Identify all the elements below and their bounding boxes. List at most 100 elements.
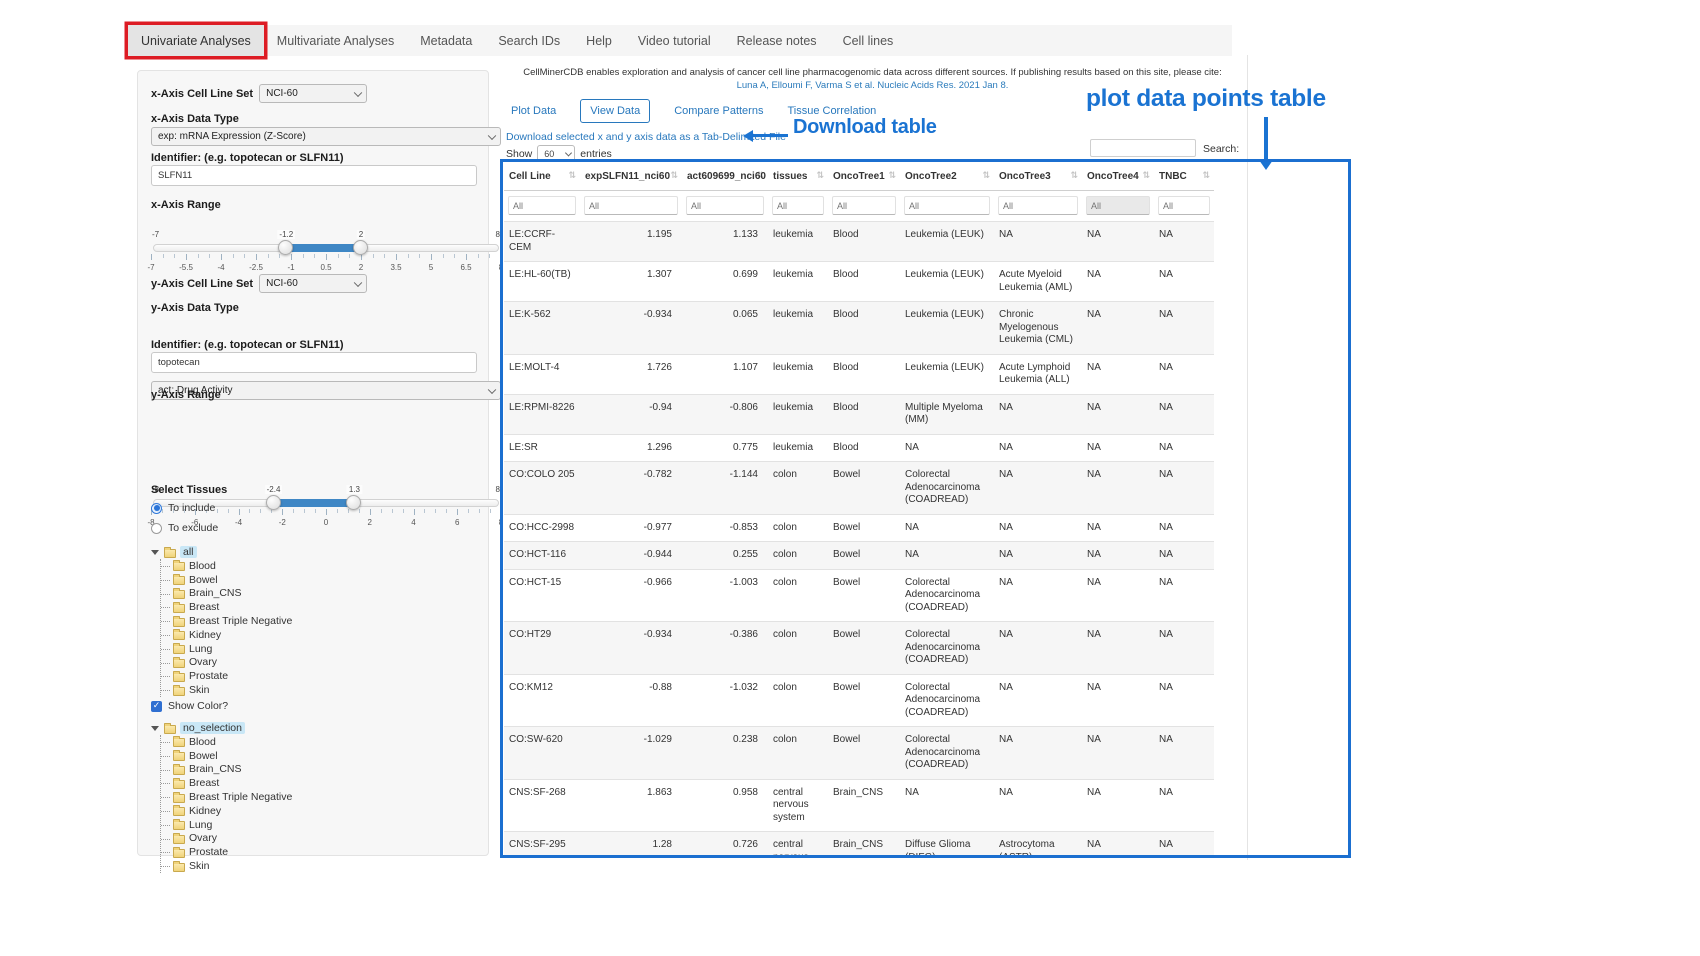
nav-tab-help[interactable]: Help xyxy=(573,25,625,56)
cell-oncotree3: Chronic Myelogenous Leukemia (CML) xyxy=(994,302,1082,355)
tree-node-kidney[interactable]: Kidney xyxy=(161,804,475,818)
table-row-co-hcc-2998: CO:HCC-2998-0.977-0.853colonBowelNANANAN… xyxy=(504,514,1214,542)
tissues-exclude-radio[interactable]: To exclude xyxy=(151,522,475,534)
tree-node-prostate[interactable]: Prostate xyxy=(161,845,475,859)
slider-tick xyxy=(163,254,164,258)
cell-tissues: leukemia xyxy=(768,262,828,302)
folder-icon xyxy=(173,576,185,585)
tree-expander-icon[interactable] xyxy=(151,550,159,555)
slider-tick-label: 0.5 xyxy=(320,263,331,272)
column-header-act609699-nci60[interactable]: ⇅act609699_nci60 xyxy=(682,162,768,191)
tree-node-skin[interactable]: Skin xyxy=(161,683,475,697)
nav-tab-multivariate-analyses[interactable]: Multivariate Analyses xyxy=(264,25,407,56)
tree-node-label: Brain_CNS xyxy=(189,587,242,599)
tree-node-lung[interactable]: Lung xyxy=(161,818,475,832)
x-cell-line-set-row: x-Axis Cell Line Set NCI-60 xyxy=(151,84,475,103)
tree-node-all[interactable]: all xyxy=(151,545,475,559)
tree-node-breast-triple-negative[interactable]: Breast Triple Negative xyxy=(161,790,475,804)
tree-node-label: Ovary xyxy=(189,832,217,844)
tree-expander-icon[interactable] xyxy=(151,726,159,731)
cell-tissues: leukemia xyxy=(768,302,828,355)
page-length-select[interactable]: 60 xyxy=(537,145,575,163)
column-header-oncotree3[interactable]: ⇅OncoTree3 xyxy=(994,162,1082,191)
cell-oncotree4: NA xyxy=(1082,674,1154,727)
x-identifier-input[interactable] xyxy=(151,165,477,186)
tissues-include-radio[interactable]: To include xyxy=(151,502,475,514)
tree-node-lung[interactable]: Lung xyxy=(161,642,475,656)
column-filter-tnbc[interactable] xyxy=(1158,196,1210,215)
cell-oncotree1: Brain_CNS xyxy=(828,832,900,857)
tree-node-bowel[interactable]: Bowel xyxy=(161,749,475,763)
cell-act609699-nci60: -1.144 xyxy=(682,462,768,515)
nav-tab-univariate-analyses[interactable]: Univariate Analyses xyxy=(128,25,264,56)
slider-low-value-label: -1.2 xyxy=(277,230,295,239)
cell-oncotree3: Acute Lymphoid Leukemia (ALL) xyxy=(994,354,1082,394)
x-cell-line-set-select[interactable]: NCI-60 xyxy=(259,84,367,103)
column-header-label: tissues xyxy=(773,171,807,182)
cell-expslfn11-nci60: -1.029 xyxy=(580,727,682,780)
nav-tab-cell-lines[interactable]: Cell lines xyxy=(830,25,907,56)
cell-act609699-nci60: 0.775 xyxy=(682,434,768,462)
folder-icon xyxy=(173,835,185,844)
view-tab-plot-data[interactable]: Plot Data xyxy=(511,105,556,117)
cell-tissues: colon xyxy=(768,542,828,570)
table-row-le-k-562: LE:K-562-0.9340.065leukemiaBloodLeukemia… xyxy=(504,302,1214,355)
folder-icon xyxy=(173,849,185,858)
folder-icon xyxy=(173,794,185,803)
tree-node-prostate[interactable]: Prostate xyxy=(161,669,475,683)
column-filter-oncotree4[interactable] xyxy=(1086,196,1150,215)
column-filter-tissues[interactable] xyxy=(772,196,824,215)
column-filter-oncotree3[interactable] xyxy=(998,196,1078,215)
column-header-expslfn11-nci60[interactable]: ⇅expSLFN11_nci60 xyxy=(580,162,682,191)
column-header-oncotree2[interactable]: ⇅OncoTree2 xyxy=(900,162,994,191)
y-identifier-input[interactable] xyxy=(151,352,477,373)
tree-node-breast-triple-negative[interactable]: Breast Triple Negative xyxy=(161,614,475,628)
column-header-tissues[interactable]: ⇅tissues xyxy=(768,162,828,191)
tree-node-bowel[interactable]: Bowel xyxy=(161,573,475,587)
tree-node-ovary[interactable]: Ovary xyxy=(161,832,475,846)
tree-node-ovary[interactable]: Ovary xyxy=(161,656,475,670)
nav-tab-metadata[interactable]: Metadata xyxy=(407,25,485,56)
column-header-oncotree1[interactable]: ⇅OncoTree1 xyxy=(828,162,900,191)
column-filter-oncotree2[interactable] xyxy=(904,196,990,215)
tree-node-blood[interactable]: Blood xyxy=(161,559,475,573)
column-filter-oncotree1[interactable] xyxy=(832,196,896,215)
y-cell-line-set-row: y-Axis Cell Line Set NCI-60 xyxy=(151,274,475,293)
slider-tick-label: -7 xyxy=(147,263,154,272)
tree-node-breast[interactable]: Breast xyxy=(161,600,475,614)
tree-node-no-selection[interactable]: no_selection xyxy=(151,721,475,735)
tree-node-skin[interactable]: Skin xyxy=(161,859,475,873)
nav-tab-release-notes[interactable]: Release notes xyxy=(724,25,830,56)
column-header-tnbc[interactable]: ⇅TNBC xyxy=(1154,162,1214,191)
tree-node-blood[interactable]: Blood xyxy=(161,735,475,749)
table-search-input[interactable] xyxy=(1090,139,1196,157)
view-tab-view-data[interactable]: View Data xyxy=(580,99,650,123)
slider-tick xyxy=(244,254,245,258)
x-data-type-select[interactable]: exp: mRNA Expression (Z-Score) xyxy=(151,127,501,146)
cell-oncotree4: NA xyxy=(1082,779,1154,832)
slider-handle-high[interactable] xyxy=(353,240,368,255)
slider-tick xyxy=(233,254,234,258)
column-filter-act609699-nci60[interactable] xyxy=(686,196,764,215)
tree-node-brain-cns[interactable]: Brain_CNS xyxy=(161,587,475,601)
tree-node-kidney[interactable]: Kidney xyxy=(161,628,475,642)
column-header-cell-line[interactable]: ⇅Cell Line xyxy=(504,162,580,191)
tree-node-brain-cns[interactable]: Brain_CNS xyxy=(161,763,475,777)
tree-node-breast[interactable]: Breast xyxy=(161,776,475,790)
show-color-checkbox[interactable]: ✓ Show Color? xyxy=(151,700,475,712)
column-header-oncotree4[interactable]: ⇅OncoTree4 xyxy=(1082,162,1154,191)
slider-handle-low[interactable] xyxy=(278,240,293,255)
view-tab-compare-patterns[interactable]: Compare Patterns xyxy=(674,105,763,117)
column-filter-cell-line[interactable] xyxy=(508,196,576,215)
nav-tab-video-tutorial[interactable]: Video tutorial xyxy=(625,25,724,56)
slider-handle-low[interactable] xyxy=(266,495,281,510)
folder-icon xyxy=(164,549,176,558)
column-filter-expslfn11-nci60[interactable] xyxy=(584,196,678,215)
cell-oncotree4: NA xyxy=(1082,462,1154,515)
sort-icon: ⇅ xyxy=(888,171,896,181)
y-cell-line-set-select[interactable]: NCI-60 xyxy=(259,274,367,293)
nav-tab-search-ids[interactable]: Search IDs xyxy=(485,25,573,56)
table-filter-row xyxy=(504,191,1214,222)
cell-oncotree1: Bowel xyxy=(828,622,900,675)
cell-oncotree4: NA xyxy=(1082,832,1154,857)
